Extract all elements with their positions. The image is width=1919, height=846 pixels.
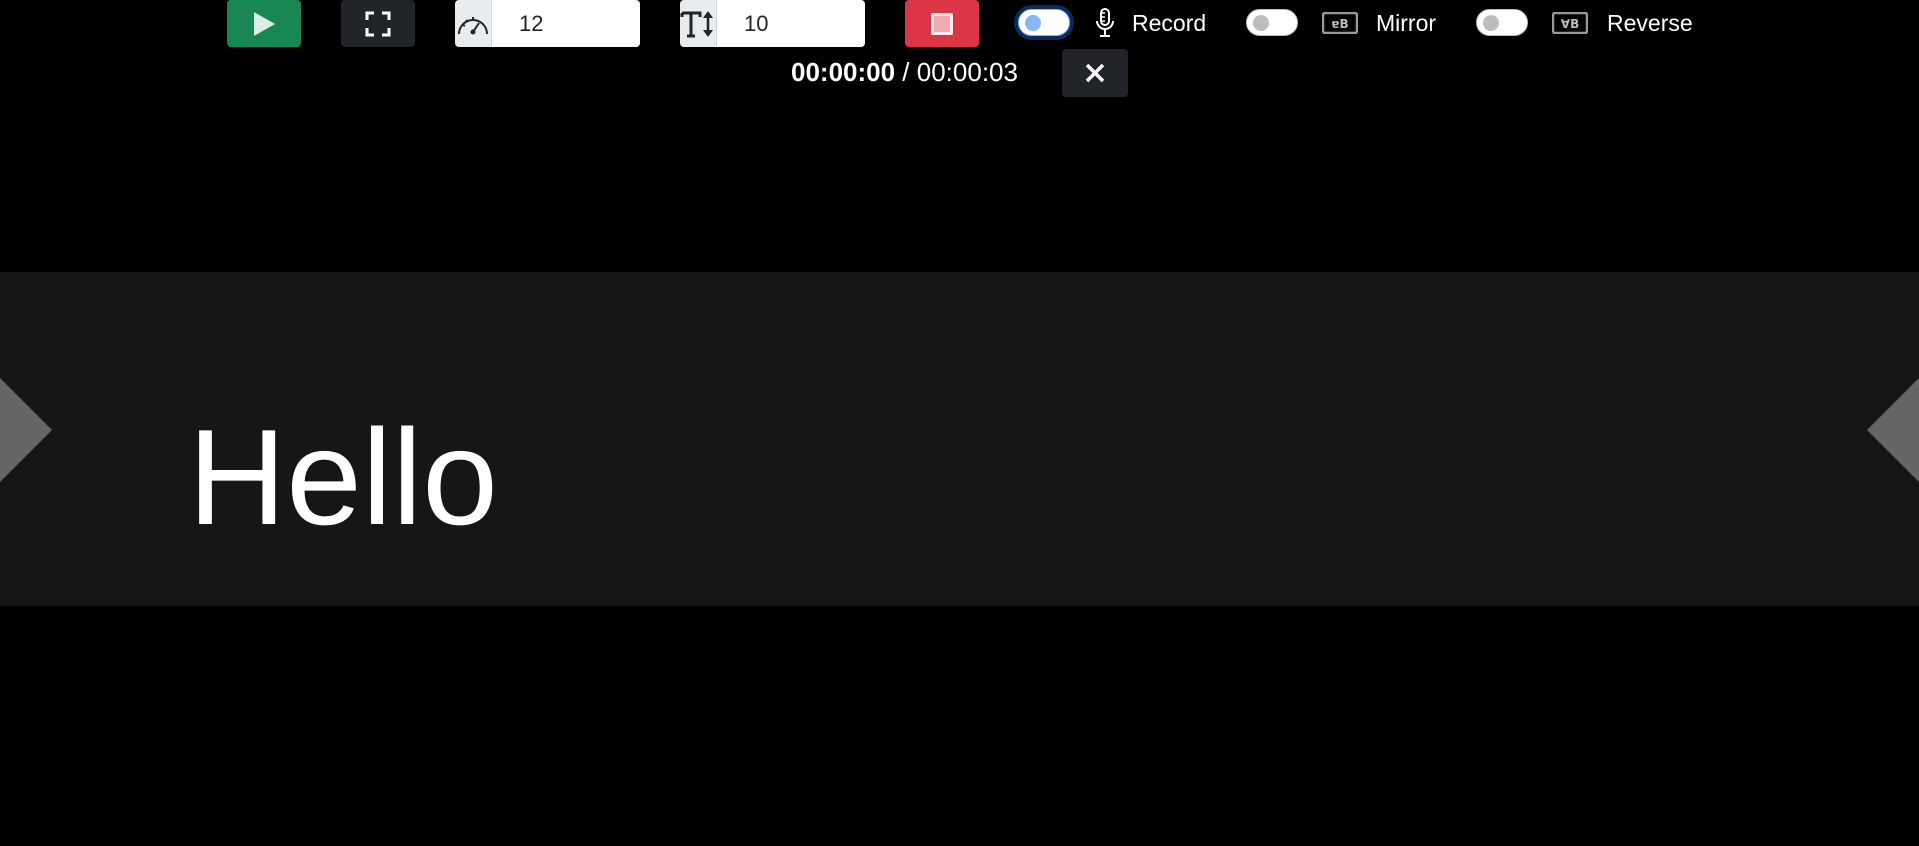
speed-input[interactable] <box>492 0 640 47</box>
close-icon <box>1085 63 1105 83</box>
record-label: Record <box>1132 10 1207 36</box>
timer-total: 00:00:03 <box>916 57 1018 87</box>
speed-icon-addon <box>455 0 492 47</box>
left-reading-marker-icon <box>0 378 52 482</box>
prompter-text: Hello <box>188 401 498 553</box>
record-toggle-knob <box>1025 15 1041 31</box>
right-reading-marker-icon <box>1867 378 1919 482</box>
font-size-control <box>680 0 865 47</box>
microphone-icon <box>1093 8 1117 37</box>
play-button[interactable] <box>227 0 301 47</box>
stop-button[interactable] <box>905 0 979 47</box>
fullscreen-icon <box>365 11 391 36</box>
font-size-icon-addon <box>680 0 717 47</box>
fullscreen-button[interactable] <box>341 0 415 47</box>
prompter-stage: Hello <box>0 272 1919 606</box>
record-toggle[interactable] <box>1018 9 1070 36</box>
mirror-toggle[interactable] <box>1246 9 1298 36</box>
timer-separator: / <box>895 57 917 87</box>
reverse-label: Reverse <box>1607 10 1693 36</box>
play-icon <box>254 11 275 36</box>
close-button[interactable] <box>1062 49 1128 97</box>
reverse-icon: ∀B <box>1552 9 1588 37</box>
reverse-toggle-knob <box>1483 15 1499 31</box>
stop-icon <box>931 12 953 35</box>
speedometer-icon <box>458 16 488 34</box>
reverse-toggle[interactable] <box>1476 9 1528 36</box>
speed-control <box>455 0 640 47</box>
text-height-icon <box>680 10 713 37</box>
toolbar: Record ɐB Mirror ∀B Reverse 00:00:00 / 0… <box>0 0 1919 100</box>
timer-current: 00:00:00 <box>791 57 896 87</box>
timer-display: 00:00:00 / 00:00:03 <box>791 57 1018 87</box>
font-size-input[interactable] <box>717 0 865 47</box>
mirror-toggle-knob <box>1253 15 1269 31</box>
mirror-label: Mirror <box>1376 10 1437 36</box>
mirror-icon: ɐB <box>1322 9 1358 37</box>
svg-text:ɐB: ɐB <box>1331 17 1348 31</box>
svg-text:∀B: ∀B <box>1561 17 1579 31</box>
